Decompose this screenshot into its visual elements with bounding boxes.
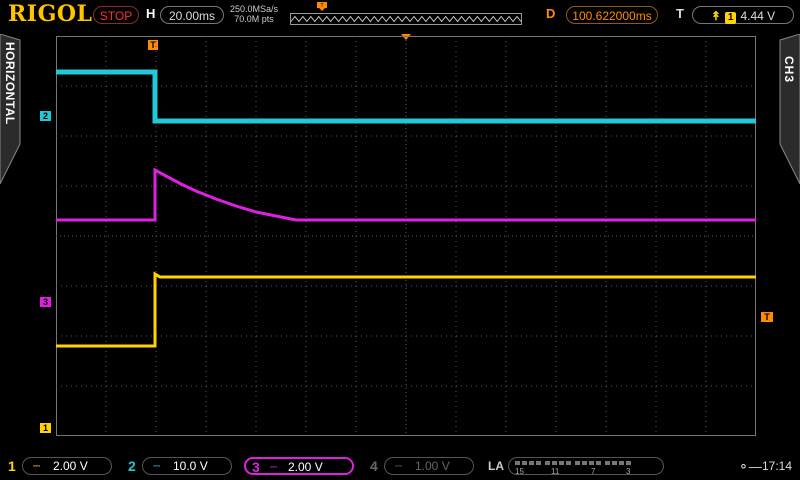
la-channel-block bbox=[626, 461, 631, 465]
ch3-scale: 2.00 V bbox=[288, 460, 323, 474]
dc-coupling-icon: ⎓ bbox=[153, 461, 161, 471]
ch4-scale: 1.00 V bbox=[415, 459, 450, 473]
trigger-level: 4.44 V bbox=[740, 9, 776, 23]
delay-value[interactable]: 100.622000ms bbox=[566, 6, 658, 24]
la-channel-block bbox=[545, 461, 550, 465]
la-channel-block bbox=[575, 461, 580, 465]
la-group-label: 15 bbox=[515, 467, 524, 476]
run-stop-button[interactable]: STOP bbox=[93, 6, 139, 24]
horizontal-tab-label: HORIZONTAL bbox=[3, 42, 17, 125]
la-group-label: 3 bbox=[626, 467, 631, 476]
graticule-grid bbox=[56, 36, 756, 436]
memory-overview-strip[interactable] bbox=[290, 13, 522, 25]
la-group-label: 7 bbox=[591, 467, 596, 476]
logic-analyzer-channels[interactable]: 15 11 7 3 bbox=[508, 457, 664, 476]
svg-text:T: T bbox=[320, 3, 323, 9]
la-channel-block bbox=[559, 461, 564, 465]
la-channel-block bbox=[605, 461, 610, 465]
usb-icon: ⚬— bbox=[738, 459, 762, 474]
horizontal-label: H bbox=[146, 6, 156, 21]
la-channel-block bbox=[529, 461, 534, 465]
ch4-number: 4 bbox=[370, 458, 378, 474]
brand-logo: RIGOL bbox=[8, 1, 93, 27]
la-channel-block bbox=[596, 461, 601, 465]
ch2-scale-box[interactable]: ⎓ 10.0 V bbox=[142, 457, 232, 475]
memory-depth: 70.0M pts bbox=[234, 14, 274, 24]
ch3-offset-marker[interactable]: 3 bbox=[40, 297, 51, 307]
trigger-level-marker[interactable]: T bbox=[761, 312, 773, 322]
la-channel-block bbox=[536, 461, 541, 465]
ch1-scale: 2.00 V bbox=[53, 459, 88, 473]
la-channel-block bbox=[552, 461, 557, 465]
logic-analyzer-label[interactable]: LA bbox=[488, 459, 504, 473]
timebase-value[interactable]: 20.00ms bbox=[160, 6, 224, 24]
ch3-tab-label: CH3 bbox=[782, 56, 796, 84]
channel-menu-tab[interactable]: CH3 bbox=[778, 34, 800, 184]
ch1-offset-marker[interactable]: 1 bbox=[40, 423, 51, 433]
trigger-label: T bbox=[676, 6, 684, 21]
ch1-number: 1 bbox=[8, 458, 16, 474]
ch1-scale-box[interactable]: ⎓ 2.00 V bbox=[22, 457, 112, 475]
sample-rate: 250.0MSa/s bbox=[230, 4, 279, 14]
acquisition-info: 250.0MSa/s 70.0M pts bbox=[230, 4, 278, 24]
waveform-display[interactable] bbox=[56, 36, 756, 436]
la-channel-block bbox=[522, 461, 527, 465]
ch3-scale-box[interactable]: 3 ⎓ 2.00 V bbox=[244, 457, 354, 475]
rising-edge-icon: ↟ bbox=[710, 9, 721, 23]
ch3-number: 3 bbox=[252, 459, 260, 475]
delay-label: D bbox=[546, 6, 556, 21]
memory-trigger-icon: T bbox=[317, 2, 327, 11]
channel-status-bar: 1 ⎓ 2.00 V 2 ⎓ 10.0 V 3 ⎓ 2.00 V 4 ⎓ 1.0… bbox=[0, 452, 800, 480]
la-channel-block bbox=[515, 461, 520, 465]
dc-coupling-icon: ⎓ bbox=[33, 461, 41, 471]
trigger-source-badge: 1 bbox=[724, 12, 737, 24]
la-channel-block bbox=[566, 461, 571, 465]
horizontal-menu-tab[interactable]: HORIZONTAL bbox=[0, 34, 22, 184]
top-status-bar: RIGOL STOP H 20.00ms 250.0MSa/s 70.0M pt… bbox=[0, 0, 800, 30]
dc-coupling-icon: ⎓ bbox=[270, 462, 278, 472]
ch2-scale: 10.0 V bbox=[173, 459, 208, 473]
la-channel-block bbox=[619, 461, 624, 465]
ch2-number: 2 bbox=[128, 458, 136, 474]
la-channel-block bbox=[612, 461, 617, 465]
ch4-scale-box[interactable]: ⎓ 1.00 V bbox=[384, 457, 474, 475]
la-channel-block bbox=[582, 461, 587, 465]
la-group-label: 11 bbox=[551, 467, 560, 476]
system-clock: 17:14 bbox=[762, 459, 793, 473]
trigger-settings[interactable]: ↟ 1 4.44 V bbox=[692, 6, 794, 24]
la-channel-block bbox=[589, 461, 594, 465]
dc-coupling-icon: ⎓ bbox=[395, 461, 403, 471]
ch2-offset-marker[interactable]: 2 bbox=[40, 111, 51, 121]
